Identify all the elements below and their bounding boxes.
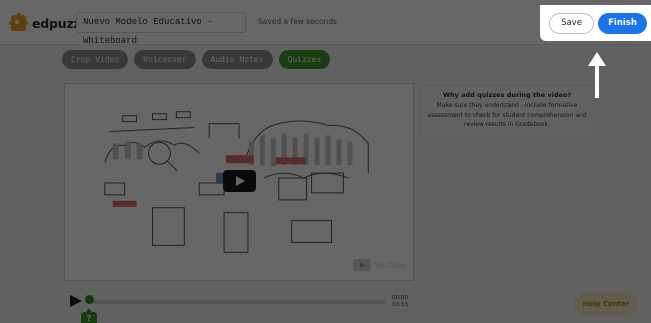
player-controls: ? 00:00 03:33 — [64, 292, 414, 323]
timeline-scrubber[interactable] — [85, 295, 94, 304]
editor-content: Crop Video Voiceover Audio Notes Quizzes — [0, 45, 651, 323]
total-time: 03:33 — [392, 302, 408, 308]
editor-tabs: Crop Video Voiceover Audio Notes Quizzes — [62, 50, 331, 69]
video-player[interactable]: YouTube — [64, 83, 414, 281]
play-icon[interactable] — [223, 170, 256, 192]
save-button[interactable]: Save — [549, 13, 594, 34]
youtube-label: YouTube — [374, 260, 407, 270]
tab-voiceover[interactable]: Voiceover — [134, 50, 196, 69]
tab-audio-notes[interactable]: Audio Notes — [201, 50, 273, 69]
tab-quizzes[interactable]: Quizzes — [278, 50, 331, 69]
quiz-info-body: Make sure they understand - include form… — [427, 102, 587, 128]
up-arrow-icon — [588, 52, 606, 98]
timeline-track[interactable] — [90, 300, 385, 304]
current-time: 00:00 — [392, 295, 408, 301]
quiz-info-title: Why add quizzes during the video? — [442, 91, 572, 99]
help-center-button[interactable]: Help Center — [574, 292, 638, 316]
tab-crop-video[interactable]: Crop Video — [62, 50, 129, 69]
save-status: Saved a few seconds — [258, 17, 337, 26]
quiz-marker[interactable]: ? — [81, 308, 97, 323]
edpuzzle-logo-icon — [9, 13, 28, 31]
youtube-icon — [353, 259, 371, 271]
quiz-info-card: Why add quizzes during the video? Make s… — [420, 85, 594, 141]
video-title-input[interactable]: Nuevo Modelo Educativo - Whiteboard — [76, 12, 246, 46]
timeline-play-icon[interactable] — [70, 295, 82, 307]
finish-button[interactable]: Finish — [598, 13, 647, 34]
youtube-badge[interactable]: YouTube — [353, 257, 407, 273]
